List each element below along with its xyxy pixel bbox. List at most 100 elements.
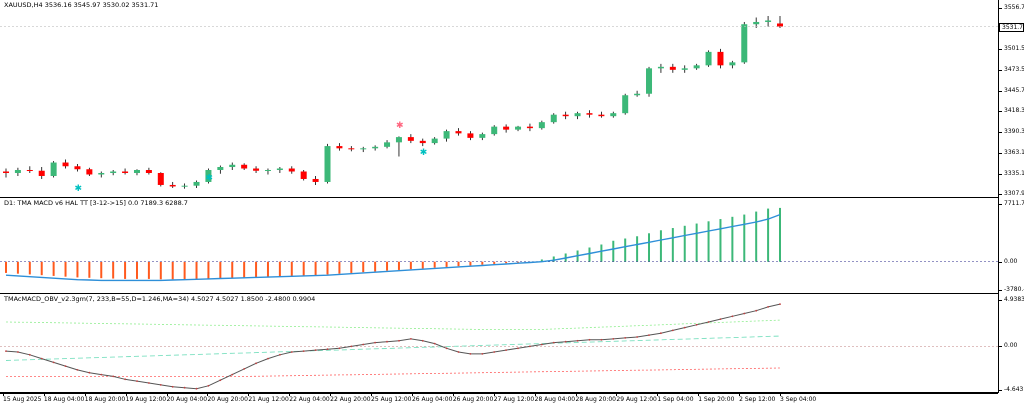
macd-line [5, 213, 781, 282]
price-pane[interactable]: ✱ ✱ ✱ ✱ XAUUSD,H4 3536.16 3545.97 3530.02 3… [0, 0, 998, 198]
time-tick-mark [289, 393, 291, 396]
obv-point [779, 303, 781, 305]
time-tick-label: 18 Aug 20:00 [84, 396, 126, 403]
candle-body [122, 171, 129, 173]
obv-point [707, 321, 710, 323]
obv-chart [0, 303, 998, 390]
candle-body [657, 66, 664, 69]
time-tick-mark [411, 393, 413, 396]
candle-body [407, 137, 414, 141]
trading-chart[interactable]: ✱ ✱ ✱ ✱ XAUUSD,H4 3536.16 3545.97 3530.02 3… [0, 0, 1024, 409]
time-tick-label: 29 Aug 12:00 [616, 396, 657, 403]
symbol-header: XAUUSD,H4 3536.16 3545.97 3530.02 3531.7… [4, 1, 159, 9]
time-tick-label: 26 Aug 20:00 [452, 396, 494, 403]
axis-tick-mark [998, 290, 1002, 291]
axis-tick-mark [998, 90, 1002, 92]
candle-body [777, 23, 783, 27]
obv-upper-band [5, 319, 781, 330]
candle-body [705, 51, 712, 66]
obv-point [148, 382, 150, 384]
candle-body [384, 142, 391, 147]
candle-body [610, 113, 617, 117]
axis-tick-mark [998, 261, 1002, 263]
axis-tick-mark [998, 390, 1002, 391]
candle-body [169, 184, 176, 187]
obv-point [695, 323, 698, 326]
macd-chart [0, 207, 998, 282]
price-tick-label: 3335.10 [1004, 169, 1024, 177]
time-tick-mark [3, 393, 4, 396]
obv-point [314, 349, 317, 351]
candle-body [669, 66, 676, 70]
candle-body [372, 146, 379, 149]
candle-body [562, 114, 569, 117]
candle-body [574, 113, 581, 117]
candle-body [98, 172, 105, 175]
obv-point [421, 339, 424, 342]
candle-body [288, 168, 295, 172]
candle-body [193, 181, 200, 186]
candle-body [62, 162, 69, 167]
time-tick-mark [125, 393, 127, 396]
macd-pane[interactable]: D1: TMA MACD v6 HAL TT [3-12->15] 0.0 71… [0, 198, 998, 294]
candle-body [598, 114, 605, 117]
obv-point [624, 337, 627, 339]
obv-point [469, 353, 472, 355]
candle-body [419, 140, 426, 144]
time-tick-mark [452, 393, 454, 396]
candle-body [526, 126, 533, 129]
candle-body [765, 20, 772, 22]
price-tick-label: 3390.30 [1004, 128, 1024, 136]
time-tick-mark [780, 393, 781, 396]
candle-body [229, 164, 236, 168]
axis-tick-mark [998, 111, 1002, 113]
time-tick-mark [616, 393, 618, 396]
obv-point [636, 336, 638, 338]
time-tick-mark [84, 393, 86, 396]
obv-tick-label: 0.00 [1004, 342, 1018, 350]
axis-tick-mark [998, 194, 1002, 195]
candle-body [741, 24, 748, 63]
obv-point [64, 365, 67, 367]
time-tick-label: 22 Aug 04:00 [289, 396, 330, 403]
obv-point [136, 380, 138, 382]
candle-body [348, 148, 355, 150]
price-tick-label: 3445.70 [1004, 86, 1024, 94]
obv-tick-label: 4.9383 [1004, 296, 1024, 303]
axis-tick-mark [998, 8, 1002, 9]
obv-point [767, 306, 769, 308]
obv-point [505, 349, 507, 351]
obv-pane[interactable]: TMAcMACD_OBV_v2.3gm(7, 233,B=55,D=1.246,… [0, 294, 998, 393]
time-tick-label: 20 Aug 20:00 [207, 396, 248, 403]
obv-point [112, 375, 115, 378]
buy-signal-marker: ✱ [420, 148, 428, 158]
price-tick-label: 3418.30 [1004, 107, 1024, 115]
candle-body [538, 122, 545, 129]
candle-body [276, 168, 283, 171]
candle-body [324, 146, 331, 182]
obv-point [183, 386, 186, 389]
obv-header: TMAcMACD_OBV_v2.3gm(7, 233,B=55,D=1.246,… [4, 295, 316, 303]
candle-body [336, 146, 343, 149]
obv-point [588, 338, 591, 341]
obv-lower-band [6, 367, 781, 377]
obv-point [671, 329, 674, 332]
obv-point [552, 341, 555, 344]
obv-point [76, 369, 79, 371]
time-tick-mark [330, 393, 332, 396]
time-tick-label: 26 Aug 04:00 [411, 396, 453, 403]
axis-tick-mark [998, 346, 1002, 348]
candle-body [300, 171, 307, 179]
axis-tick-mark [998, 173, 1002, 175]
obv-point [279, 353, 281, 356]
time-tick-label: 19 Aug 12:00 [125, 396, 167, 403]
candle-body [455, 131, 462, 134]
time-tick-mark [166, 393, 168, 396]
axis-tick-mark [998, 49, 1002, 51]
time-tick-label: 22 Aug 20:00 [330, 396, 371, 403]
macd-tick-label: 7711.7 [1004, 200, 1024, 207]
candle-body [586, 113, 593, 115]
candle-body [110, 171, 117, 173]
obv-point [445, 347, 448, 350]
candle-body [38, 170, 45, 176]
